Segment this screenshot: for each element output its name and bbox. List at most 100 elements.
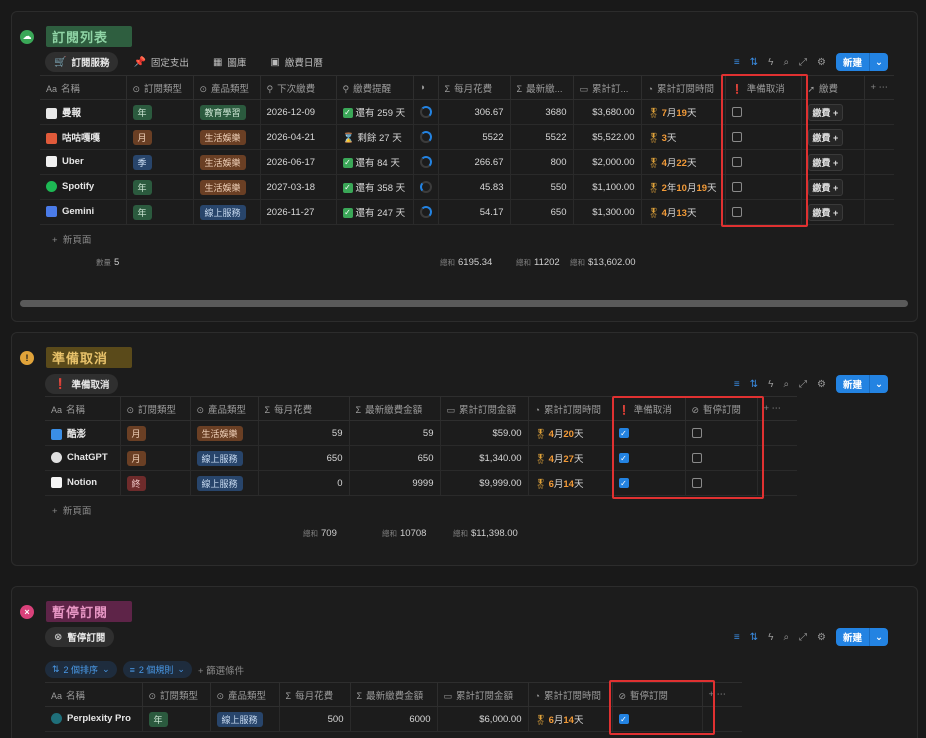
col-duration[interactable]: ◔ 累計訂閱時間 (641, 75, 726, 100)
lightning-icon[interactable]: ϟ (768, 632, 773, 643)
row-name[interactable]: 酷澎 (45, 420, 121, 446)
row-category[interactable]: 生活娛樂 (193, 174, 261, 200)
row-monthly[interactable]: 650 (258, 445, 350, 471)
row-type[interactable]: 季 (126, 149, 194, 175)
col-latest[interactable]: Σ 最新繳... (510, 75, 574, 100)
row-name[interactable]: Perplexity Pro (45, 706, 143, 732)
col-total[interactable]: ▭ 累計訂閱金額 (437, 682, 529, 707)
row-type[interactable]: 月 (126, 124, 194, 150)
search-icon[interactable]: ⌕ (783, 379, 789, 390)
new-button[interactable]: 新建 ⌄ (836, 375, 888, 393)
pay-button[interactable]: 繳費 + (807, 103, 844, 121)
row-latest[interactable]: 6000 (350, 706, 438, 732)
row-monthly[interactable]: 306.67 (438, 99, 511, 125)
row-latest[interactable]: 550 (510, 174, 574, 200)
row-monthly[interactable]: 54.17 (438, 199, 511, 225)
row-latest[interactable]: 5522 (510, 124, 574, 150)
row-name[interactable]: 咕咕嘎嘎 (40, 124, 127, 150)
col-category[interactable]: ⊙ 產品類型 (193, 75, 261, 100)
row-name[interactable]: Uber (40, 149, 127, 175)
row-duration[interactable]: 🎖 4月20天 (528, 420, 613, 446)
row-duration[interactable]: 🎖 3天 (641, 124, 726, 150)
row-monthly[interactable]: 59 (258, 420, 350, 446)
search-icon[interactable]: ⌕ (783, 57, 789, 68)
new-button[interactable]: 新建 ⌄ (836, 53, 888, 71)
settings-icon[interactable]: ⚙ (817, 57, 826, 68)
row-latest[interactable]: 3680 (510, 99, 574, 125)
chevron-down-icon[interactable]: ⌄ (869, 375, 888, 393)
row-total[interactable]: $2,000.00 (573, 149, 642, 175)
row-duration[interactable]: 🎖 4月22天 (641, 149, 726, 175)
sort-icon[interactable]: ⇅ (750, 632, 758, 643)
col-type[interactable]: ⊙ 訂閱類型 (142, 682, 211, 707)
row-reminder[interactable]: ✓ 還有 358 天 (336, 174, 414, 200)
row-category[interactable]: 生活娛樂 (193, 149, 261, 175)
settings-icon[interactable]: ⚙ (817, 379, 826, 390)
row-latest[interactable]: 800 (510, 149, 574, 175)
col-category[interactable]: ⊙ 產品類型 (190, 396, 259, 421)
row-category[interactable]: 線上服務 (193, 199, 261, 225)
row-reminder[interactable]: ✓ 還有 247 天 (336, 199, 414, 225)
row-latest[interactable]: 59 (349, 420, 441, 446)
row-latest[interactable]: 650 (349, 445, 441, 471)
row-category[interactable]: 線上服務 (190, 470, 259, 496)
col-latest[interactable]: Σ 最新繳費金額 (350, 682, 438, 707)
expand-icon[interactable]: ⤢ (799, 379, 807, 390)
col-name[interactable]: Aa 名稱 (40, 75, 127, 100)
row-next-payment[interactable]: 2027-03-18 (260, 174, 337, 200)
col-duration[interactable]: ◔ 累計訂閱時間 (528, 396, 613, 421)
pay-button[interactable]: 繳費 + (807, 153, 844, 171)
col-total[interactable]: ▭ 累計訂... (573, 75, 642, 100)
row-name[interactable]: 曼報 (40, 99, 127, 125)
new-button[interactable]: 新建 ⌄ (836, 628, 888, 646)
row-name[interactable]: ChatGPT (45, 445, 121, 471)
col-pay[interactable]: ➚ 繳費 (801, 75, 865, 100)
add-page-button[interactable]: + 新頁面 (52, 503, 91, 517)
row-category[interactable]: 線上服務 (210, 706, 280, 732)
row-type[interactable]: 月 (120, 445, 191, 471)
row-reminder[interactable]: ✓ 還有 259 天 (336, 99, 414, 125)
row-duration[interactable]: 🎖 6月14天 (528, 706, 613, 732)
row-type[interactable]: 月 (120, 420, 191, 446)
row-pay[interactable]: 繳費 + (801, 99, 865, 125)
row-reminder[interactable]: ⌛ 剩餘 27 天 (336, 124, 414, 150)
row-latest[interactable]: 9999 (349, 470, 441, 496)
expand-icon[interactable]: ⤢ (799, 57, 807, 68)
col-name[interactable]: Aa 名稱 (45, 682, 143, 707)
row-name[interactable]: Notion (45, 470, 121, 496)
tab-subscriptions[interactable]: 🛒 訂閱服務 (45, 52, 119, 72)
row-duration[interactable]: 🎖 6月14天 (528, 470, 613, 496)
row-pay[interactable]: 繳費 + (801, 124, 865, 150)
settings-icon[interactable]: ⚙ (817, 632, 826, 643)
row-type[interactable]: 終 (120, 470, 191, 496)
horizontal-scrollbar[interactable] (20, 300, 908, 307)
tab-paused[interactable]: ⊗ 暫停訂閱 (45, 627, 115, 647)
pay-button[interactable]: 繳費 + (807, 128, 844, 146)
sort-icon[interactable]: ⇅ (750, 57, 758, 68)
pay-button[interactable]: 繳費 + (807, 203, 844, 221)
row-category[interactable]: 教育學習 (193, 99, 261, 125)
row-type[interactable]: 年 (126, 199, 194, 225)
col-type[interactable]: ⊙ 訂閱類型 (126, 75, 194, 100)
add-filter-button[interactable]: + 篩選條件 (198, 663, 244, 677)
tab-calendar[interactable]: ▣ 繳費日曆 (261, 52, 331, 72)
row-total[interactable]: $6,000.00 (437, 706, 529, 732)
col-monthly[interactable]: Σ 每月花費 (438, 75, 511, 100)
row-category[interactable]: 生活娛樂 (193, 124, 261, 150)
col-type[interactable]: ⊙ 訂閱類型 (120, 396, 191, 421)
row-monthly[interactable]: 266.67 (438, 149, 511, 175)
col-next-payment[interactable]: ⚲ 下次繳費 (260, 75, 337, 100)
row-monthly[interactable]: 45.83 (438, 174, 511, 200)
sort-icon[interactable]: ⇅ (750, 379, 758, 390)
row-duration[interactable]: 🎖 7月19天 (641, 99, 726, 125)
row-category[interactable]: 線上服務 (190, 445, 259, 471)
expand-icon[interactable]: ⤢ (799, 632, 807, 643)
lightning-icon[interactable]: ϟ (768, 379, 773, 390)
row-duration[interactable]: 🎖 4月27天 (528, 445, 613, 471)
row-total[interactable]: $9,999.00 (440, 470, 529, 496)
col-latest[interactable]: Σ 最新繳費金額 (349, 396, 441, 421)
row-total[interactable]: $1,300.00 (573, 199, 642, 225)
row-monthly[interactable]: 5522 (438, 124, 511, 150)
tab-gallery[interactable]: ▦ 圖庫 (204, 52, 255, 72)
row-total[interactable]: $3,680.00 (573, 99, 642, 125)
